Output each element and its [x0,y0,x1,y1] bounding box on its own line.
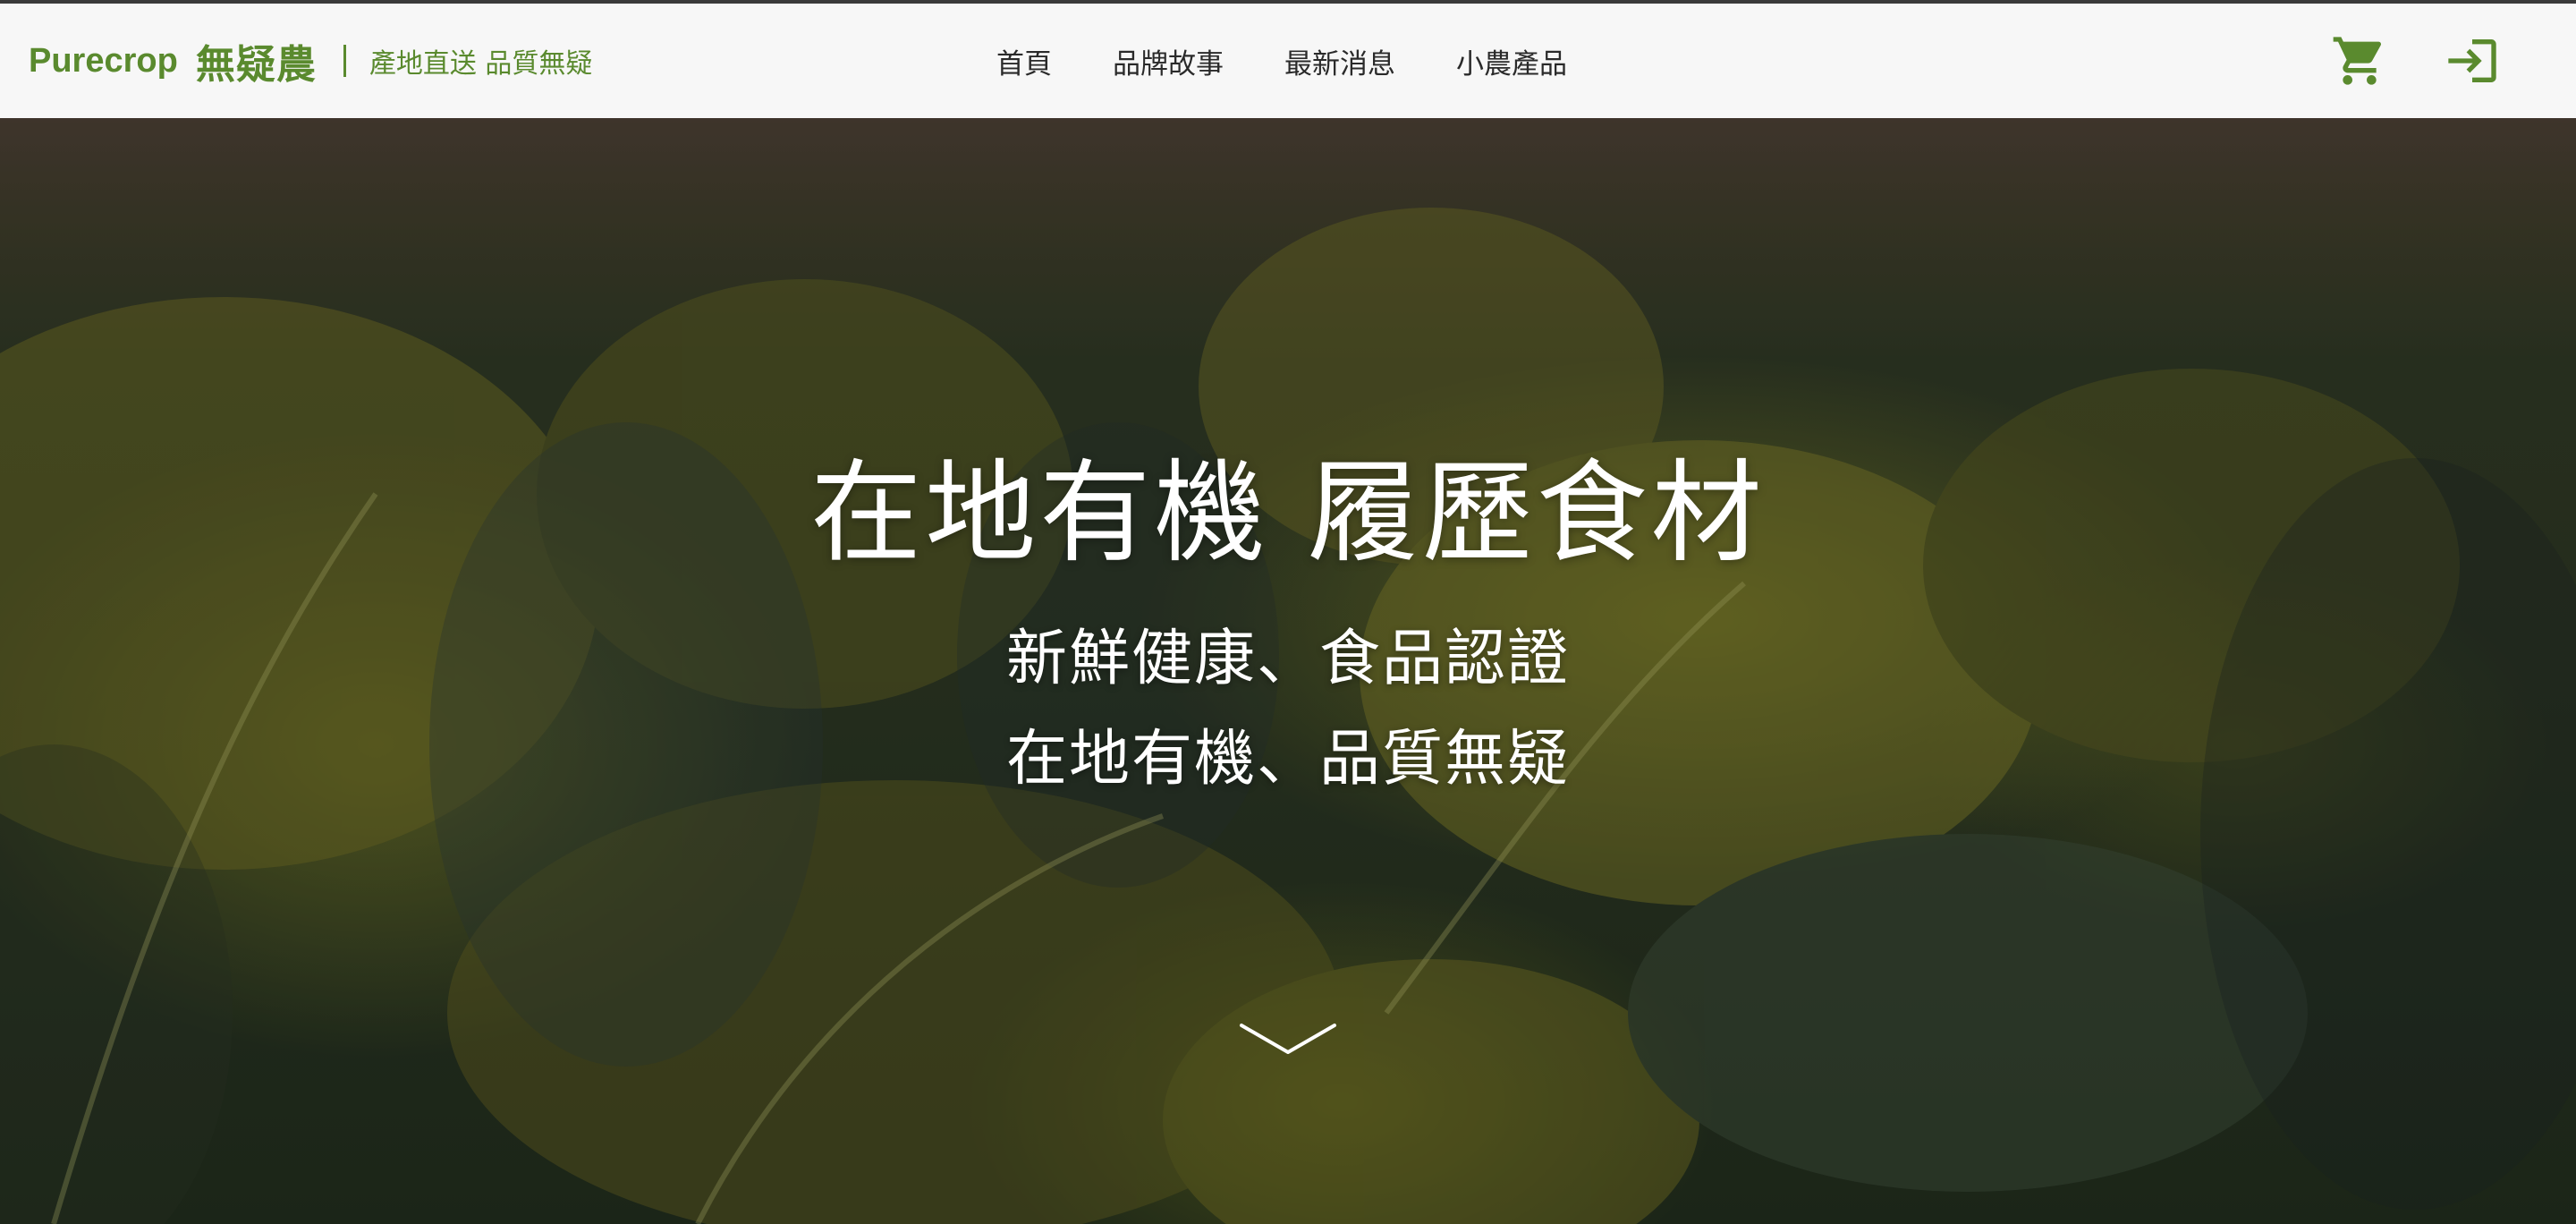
login-icon [2448,39,2496,82]
navbar: Purecrop 無疑農 產地直送 品質無疑 首頁 品牌故事 最新消息 小農產品 [0,4,2576,118]
hero-banner: 在地有機 履歷食材 新鮮健康、食品認證 在地有機、品質無疑 [0,118,2576,1224]
nav-item-home[interactable]: 首頁 [966,41,1082,81]
cart-button[interactable] [2331,32,2388,89]
brand-logo[interactable]: Purecrop 無疑農 產地直送 品質無疑 [29,4,592,118]
brand-divider [343,45,346,77]
brand-chinese-name: 無疑農 [195,42,317,88]
nav-item-brand-story[interactable]: 品牌故事 [1082,41,1254,81]
hero-title: 在地有機 履歷食材 [810,449,1766,578]
nav-item-products[interactable]: 小農產品 [1426,41,1597,81]
cart-icon [2333,37,2382,85]
nav-item-news[interactable]: 最新消息 [1254,41,1426,81]
chevron-down-icon[interactable] [1238,1020,1338,1063]
nav-icon-group [2331,4,2501,118]
hero-subtitle-line-2: 在地有機、品質無疑 [1005,724,1570,795]
brand-slogan: 產地直送 品質無疑 [369,48,593,80]
hero-subtitle-line-1: 新鮮健康、食品認證 [1005,624,1570,694]
main-nav: 首頁 品牌故事 最新消息 小農產品 [966,4,1597,118]
brand-name: Purecrop [29,41,178,80]
login-button[interactable] [2444,32,2501,89]
